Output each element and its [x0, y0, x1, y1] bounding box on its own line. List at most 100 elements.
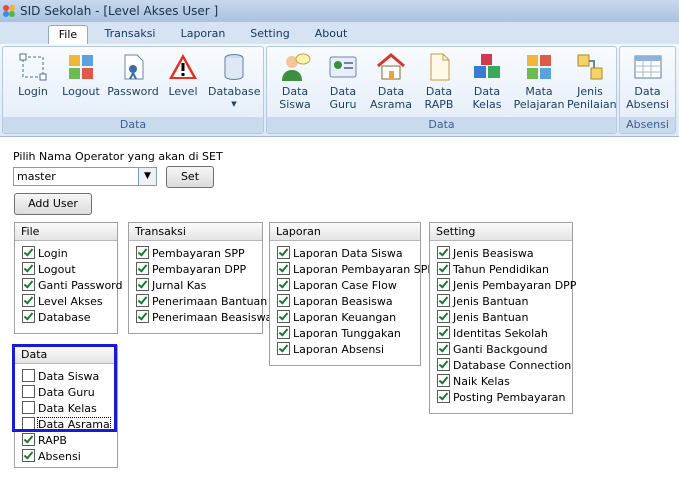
chevron-down-icon[interactable]: ▼	[138, 168, 156, 185]
menu-tabstrip: File Transaksi Laporan Setting About	[0, 22, 679, 45]
checkbox-checked[interactable]	[277, 294, 290, 307]
permission-item[interactable]: RAPB	[22, 433, 117, 449]
evaluation-icon	[577, 54, 603, 80]
checkbox-checked[interactable]	[277, 278, 290, 291]
logout-label: Logout	[62, 85, 100, 98]
panel-title: Laporan	[270, 223, 420, 241]
checkbox-checked[interactable]	[437, 342, 450, 355]
checkbox-checked[interactable]	[277, 342, 290, 355]
checkbox-checked[interactable]	[437, 326, 450, 339]
checkbox-checked[interactable]	[277, 262, 290, 275]
permission-item[interactable]: Login	[22, 246, 117, 262]
tab-about[interactable]: About	[308, 25, 354, 44]
checkbox-checked[interactable]	[277, 310, 290, 323]
permission-item[interactable]: Jenis Pembayaran DPP	[437, 278, 576, 294]
data-kelas-label: Data Kelas	[472, 85, 502, 111]
checkbox-checked[interactable]	[437, 246, 450, 259]
permission-item[interactable]: Laporan Tunggakan	[277, 326, 420, 342]
checkbox-checked[interactable]	[277, 326, 290, 339]
permission-item[interactable]: Ganti Password	[22, 278, 122, 294]
permission-item[interactable]: Database Connection	[437, 358, 572, 374]
permission-item[interactable]: Absensi	[22, 449, 117, 465]
tab-file[interactable]: File	[48, 25, 88, 45]
checkbox-checked[interactable]	[136, 278, 149, 291]
checkbox-checked[interactable]	[437, 294, 450, 307]
permission-item[interactable]: Pembayaran DPP	[136, 262, 262, 278]
permission-label: Absensi	[38, 450, 81, 463]
panel-setting: Setting Jenis Beasiswa Tahun Pendidikan Je…	[429, 222, 576, 414]
permission-item[interactable]: Posting Pembayaran	[437, 390, 572, 406]
data-asrama-button[interactable]: Data Asrama	[369, 51, 413, 111]
mata-pelajaran-button[interactable]: Mata Pelajaran	[513, 51, 565, 111]
panel-laporan: Laporan Laporan Data Siswa Laporan Pembay…	[269, 222, 434, 366]
checkbox-checked[interactable]	[437, 310, 450, 323]
checkbox-checked[interactable]	[277, 246, 290, 259]
database-icon	[224, 54, 244, 81]
permission-item[interactable]: Laporan Data Siswa	[277, 246, 420, 262]
permission-item[interactable]: Penerimaan Beasiswa	[136, 310, 272, 326]
permission-item[interactable]: Naik Kelas	[437, 374, 572, 390]
checkbox-checked[interactable]	[437, 358, 450, 371]
logout-button[interactable]: Logout	[59, 51, 103, 98]
data-kelas-button[interactable]: Data Kelas	[465, 51, 509, 111]
permission-item[interactable]: Logout	[22, 262, 117, 278]
add-user-button[interactable]: Add User	[14, 193, 92, 215]
level-button[interactable]: Level	[163, 51, 203, 98]
permission-item[interactable]: Laporan Pembayaran SPP	[277, 262, 434, 278]
data-asrama-label: Data Asrama	[370, 85, 412, 111]
checkbox-checked[interactable]	[437, 278, 450, 291]
login-button[interactable]: Login	[11, 51, 55, 98]
checkbox-checked[interactable]	[136, 294, 149, 307]
permission-item[interactable]: Jenis Bantuan	[437, 294, 572, 310]
data-absensi-button[interactable]: Data Absensi	[623, 51, 672, 111]
permission-item[interactable]: Penerimaan Bantuan	[136, 294, 267, 310]
checkbox-checked[interactable]	[22, 449, 35, 462]
subjects-icon	[527, 55, 551, 79]
checkbox-checked[interactable]	[22, 262, 35, 275]
permission-item[interactable]: Laporan Beasiswa	[277, 294, 420, 310]
checkbox-checked[interactable]	[136, 310, 149, 323]
permission-item[interactable]: Jenis Beasiswa	[437, 246, 572, 262]
jenis-penilaian-button[interactable]: Jenis Penilaian	[567, 51, 617, 111]
permission-label: Database	[38, 311, 91, 324]
permission-item[interactable]: Jenis Bantuan	[437, 310, 572, 326]
checkbox-checked[interactable]	[437, 374, 450, 387]
operator-select[interactable]: master ▼	[13, 167, 157, 186]
tab-transaksi[interactable]: Transaksi	[100, 25, 160, 44]
tab-laporan[interactable]: Laporan	[175, 25, 231, 44]
data-rapb-label: Data RAPB	[424, 85, 454, 111]
checkbox-checked[interactable]	[22, 246, 35, 259]
data-guru-button[interactable]: Data Guru	[321, 51, 365, 111]
permission-item[interactable]: Identitas Sekolah	[437, 326, 572, 342]
teacher-card-icon	[329, 56, 357, 78]
checkbox-checked[interactable]	[437, 262, 450, 275]
checkbox-checked[interactable]	[136, 246, 149, 259]
permission-label: Naik Kelas	[453, 375, 510, 388]
database-label: Database	[208, 85, 261, 98]
permission-item[interactable]: Pembayaran SPP	[136, 246, 262, 262]
checkbox-checked[interactable]	[22, 310, 35, 323]
permission-item[interactable]: Database	[22, 310, 117, 326]
permission-item[interactable]: Level Akses	[22, 294, 117, 310]
permission-item[interactable]: Jurnal Kas	[136, 278, 262, 294]
checkbox-checked[interactable]	[136, 262, 149, 275]
operator-prompt: Pilih Nama Operator yang akan di SET	[13, 150, 223, 163]
permission-item[interactable]: Laporan Case Flow	[277, 278, 420, 294]
permission-item[interactable]: Tahun Pendidikan	[437, 262, 572, 278]
password-button[interactable]: Password	[107, 51, 159, 98]
permission-item[interactable]: Ganti Backgound	[437, 342, 572, 358]
checkbox-checked[interactable]	[22, 433, 35, 446]
checkbox-checked[interactable]	[437, 390, 450, 403]
ribbon: Login Logout Password Level Database ▼ D…	[0, 44, 679, 137]
permission-item[interactable]: Laporan Absensi	[277, 342, 420, 358]
data-rapb-button[interactable]: Data RAPB	[417, 51, 461, 111]
checkbox-checked[interactable]	[22, 294, 35, 307]
tab-setting[interactable]: Setting	[246, 25, 294, 44]
data-siswa-button[interactable]: Data Siswa	[273, 51, 317, 111]
database-button[interactable]: Database ▼	[208, 51, 261, 111]
permission-item[interactable]: Laporan Keuangan	[277, 310, 420, 326]
set-button[interactable]: Set	[166, 166, 214, 188]
permission-label: Jenis Bantuan	[453, 311, 529, 324]
checkbox-checked[interactable]	[22, 278, 35, 291]
app-icon	[3, 5, 15, 17]
